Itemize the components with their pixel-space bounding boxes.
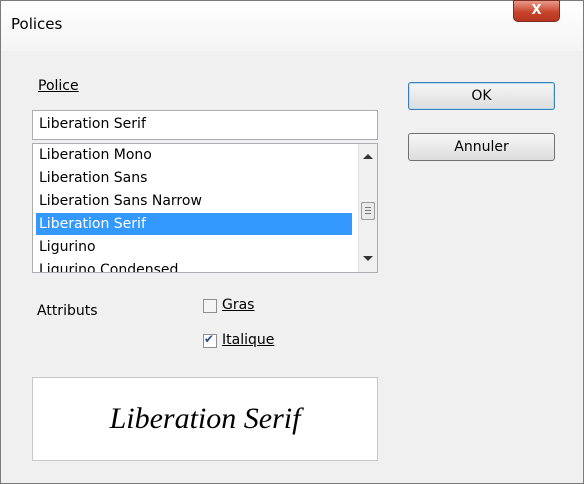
font-preview: Liberation Serif [32, 377, 378, 461]
checkmark-icon: ✔ [204, 332, 215, 346]
font-label: Police [38, 78, 79, 94]
list-item-selected[interactable]: Liberation Serif [36, 213, 352, 235]
attributes-label: Attributs [37, 303, 98, 319]
italic-checkbox[interactable]: ✔ [203, 332, 217, 348]
bold-label[interactable]: Gras [222, 297, 254, 313]
scroll-up-icon[interactable] [363, 154, 373, 159]
list-item[interactable]: Liberation Mono [36, 144, 352, 166]
list-item[interactable]: Ligurino [36, 236, 352, 258]
list-scrollbar[interactable] [358, 144, 377, 272]
dialog-title: Polices [11, 15, 63, 33]
font-name-value: Liberation Serif [39, 116, 146, 132]
close-button[interactable]: X [513, 0, 560, 22]
title-bar[interactable]: Polices X [1, 0, 583, 51]
font-list[interactable]: Liberation Mono Liberation Sans Liberati… [32, 143, 378, 273]
scroll-down-icon[interactable] [363, 256, 373, 261]
list-item[interactable]: Ligurino Condensed [36, 259, 352, 272]
ok-button[interactable]: OK [408, 82, 555, 110]
preview-text: Liberation Serif [109, 402, 301, 435]
scroll-thumb[interactable] [361, 202, 375, 220]
cancel-button[interactable]: Annuler [408, 133, 555, 161]
bold-checkbox[interactable] [203, 299, 217, 313]
list-item[interactable]: Liberation Sans Narrow [36, 190, 352, 212]
list-item[interactable]: Liberation Sans [36, 167, 352, 189]
font-name-input[interactable]: Liberation Serif [32, 110, 378, 140]
close-icon: X [531, 3, 542, 18]
italic-label[interactable]: Italique [222, 332, 274, 348]
